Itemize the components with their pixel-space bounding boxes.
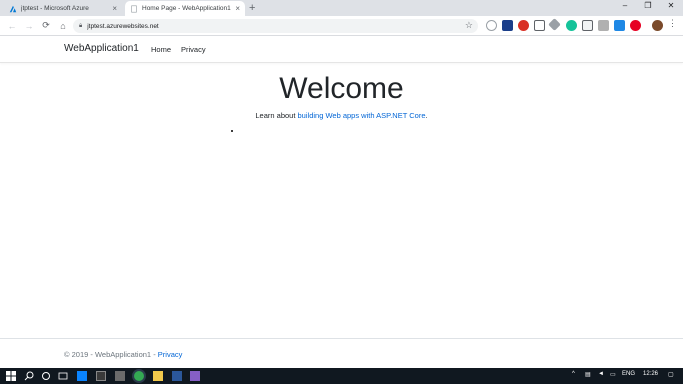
pinterest-icon[interactable] xyxy=(630,20,641,31)
windows-start-icon[interactable] xyxy=(6,371,16,381)
learn-suffix: . xyxy=(425,111,428,120)
extension-icon[interactable] xyxy=(598,20,609,31)
brand-link[interactable]: WebApplication1 xyxy=(64,43,139,54)
forward-icon[interactable]: → xyxy=(22,19,36,33)
address-bar[interactable]: 🔒︎ jtptest.azurewebsites.net ☆ xyxy=(73,19,478,33)
url-text: jtptest.azurewebsites.net xyxy=(87,22,159,30)
tag-icon[interactable] xyxy=(548,18,561,31)
extension-icon[interactable] xyxy=(518,20,529,31)
avatar[interactable] xyxy=(652,20,663,31)
close-tab-icon[interactable]: × xyxy=(112,4,117,13)
windows-taskbar: ^ ▤ ◄ ▭ ENG 12:26 ▢ xyxy=(0,368,683,384)
task-view-icon[interactable] xyxy=(58,371,68,381)
nav-home[interactable]: Home xyxy=(151,45,171,54)
footer-text: © 2019 - WebApplication1 - Privacy xyxy=(64,350,182,359)
chrome-icon[interactable] xyxy=(134,371,144,381)
tray-chevron-icon[interactable]: ^ xyxy=(572,371,575,377)
mouse-cursor xyxy=(231,130,233,132)
close-window-button[interactable]: ✕ xyxy=(662,1,680,10)
notifications-icon[interactable]: ▢ xyxy=(668,371,674,378)
store-icon[interactable] xyxy=(96,371,106,381)
mail-icon[interactable] xyxy=(115,371,125,381)
edge-icon[interactable] xyxy=(77,371,87,381)
extension-icon[interactable] xyxy=(614,20,625,31)
tab-home-page[interactable]: Home Page - WebApplication1 × xyxy=(125,1,245,16)
page-heading: Welcome xyxy=(279,72,404,105)
battery-icon[interactable]: ▭ xyxy=(610,371,616,378)
lock-icon: 🔒︎ xyxy=(79,22,83,29)
grammarly-icon[interactable] xyxy=(566,20,577,31)
site-footer: © 2019 - WebApplication1 - Privacy xyxy=(0,338,683,368)
network-icon[interactable]: ▤ xyxy=(585,371,591,378)
aspnet-core-link[interactable]: building Web apps with ASP.NET Core xyxy=(298,111,426,120)
new-tab-button[interactable]: + xyxy=(249,2,255,14)
volume-icon[interactable]: ◄ xyxy=(598,371,604,377)
language-indicator[interactable]: ENG xyxy=(622,371,635,377)
close-tab-icon[interactable]: × xyxy=(235,4,240,13)
extension-icon[interactable] xyxy=(582,20,593,31)
cortana-icon[interactable] xyxy=(41,371,51,381)
learn-prefix: Learn about xyxy=(255,111,298,120)
azure-icon xyxy=(9,5,17,12)
tab-strip: jtptest - Microsoft Azure × Home Page - … xyxy=(0,0,683,16)
reload-icon[interactable]: ⟳ xyxy=(39,19,53,33)
tab-title: jtptest - Microsoft Azure xyxy=(21,5,89,12)
tab-azure[interactable]: jtptest - Microsoft Azure × xyxy=(4,1,122,16)
nav-privacy[interactable]: Privacy xyxy=(181,45,206,54)
copyright-text: © 2019 - WebApplication1 - xyxy=(64,350,158,359)
site-navbar: WebApplication1 Home Privacy xyxy=(0,36,683,63)
search-icon[interactable] xyxy=(24,371,34,381)
learn-text: Learn about building Web apps with ASP.N… xyxy=(0,111,683,120)
folder-icon[interactable] xyxy=(153,371,163,381)
browser-toolbar: ← → ⟳ ⌂ 🔒︎ jtptest.azurewebsites.net ☆ ⋮ xyxy=(0,16,683,36)
home-icon[interactable]: ⌂ xyxy=(56,19,70,33)
footer-privacy-link[interactable]: Privacy xyxy=(158,350,183,359)
visual-studio-icon[interactable] xyxy=(190,371,200,381)
clock[interactable]: 12:26 xyxy=(643,371,658,377)
bookmark-star-icon[interactable]: ☆ xyxy=(465,20,473,31)
extension-icon[interactable] xyxy=(534,20,545,31)
word-icon[interactable] xyxy=(172,371,182,381)
extension-icon[interactable] xyxy=(502,20,513,31)
back-icon[interactable]: ← xyxy=(5,19,19,33)
tab-title: Home Page - WebApplication1 xyxy=(142,5,231,12)
minimize-button[interactable]: – xyxy=(616,1,634,10)
menu-icon[interactable]: ⋮ xyxy=(668,18,677,29)
extension-icon[interactable] xyxy=(486,20,497,31)
maximize-button[interactable]: ❐ xyxy=(639,1,657,10)
page-icon xyxy=(131,4,137,13)
